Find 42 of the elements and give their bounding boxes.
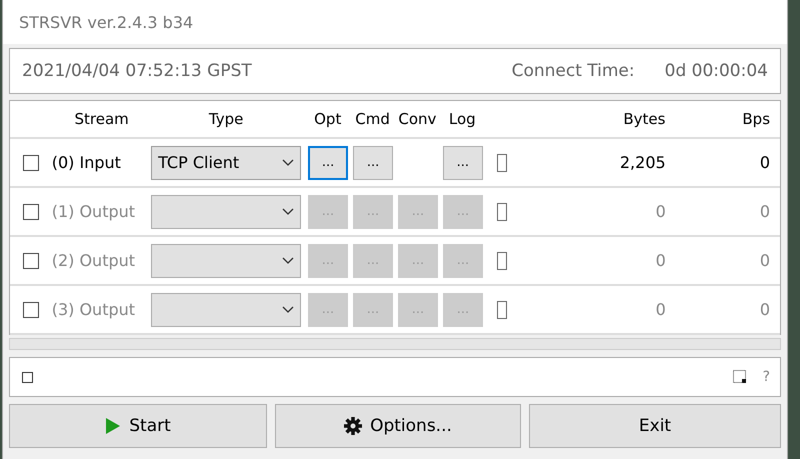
- stream-label: (0) Input: [52, 153, 121, 172]
- column-header: Stream: [74, 110, 129, 128]
- bytes-value: 0: [656, 300, 666, 319]
- bps-value: 0: [760, 153, 770, 172]
- checkbox[interactable]: [22, 372, 33, 382]
- chevron-down-icon: [282, 158, 294, 166]
- window-title: STRSVR ver.2.4.3 b34: [19, 12, 194, 32]
- chevron-down-icon: [282, 256, 294, 264]
- exit-button[interactable]: Exit: [529, 404, 781, 448]
- bytes-value: 0: [656, 251, 666, 270]
- bytes-value: 2,205: [620, 153, 666, 172]
- column-header: Conv: [398, 110, 436, 128]
- bps-value: 0: [760, 251, 770, 270]
- checkbox[interactable]: [22, 154, 39, 170]
- connect-time-value: 0d 00:00:04: [664, 61, 768, 81]
- stream-label: (2) Output: [52, 251, 136, 270]
- gear-icon: [344, 417, 362, 435]
- options-button[interactable]: Options...: [275, 404, 521, 448]
- chevron-down-icon: [282, 306, 294, 314]
- play-icon: [105, 417, 122, 435]
- ellipsis-button[interactable]: ...: [353, 146, 394, 180]
- connect-time-label: Connect Time:: [512, 61, 635, 81]
- column-header: Bytes: [623, 110, 666, 128]
- column-header: Cmd: [355, 110, 390, 128]
- ellipsis-button[interactable]: ...: [442, 146, 483, 180]
- column-header: Type: [208, 110, 244, 128]
- bytes-value: 0: [656, 202, 666, 221]
- column-header: Log: [448, 110, 476, 128]
- stream-label: (3) Output: [52, 300, 136, 319]
- ellipsis-button[interactable]: ...: [308, 146, 348, 180]
- bps-value: 0: [760, 300, 770, 319]
- help-button[interactable]: ?: [762, 369, 770, 385]
- column-header: Opt: [314, 110, 342, 128]
- stream-label: (1) Output: [52, 202, 136, 221]
- chevron-down-icon: [282, 208, 294, 216]
- start-button[interactable]: Start: [9, 404, 267, 448]
- bps-value: 0: [760, 202, 770, 221]
- column-header: Bps: [742, 110, 770, 128]
- log-checkbox[interactable]: [496, 154, 507, 172]
- selection-icon[interactable]: [732, 370, 747, 384]
- type-dropdown[interactable]: TCP Client: [151, 146, 302, 180]
- date-time-text: 2021/04/04 07:52:13 GPST: [22, 61, 253, 81]
